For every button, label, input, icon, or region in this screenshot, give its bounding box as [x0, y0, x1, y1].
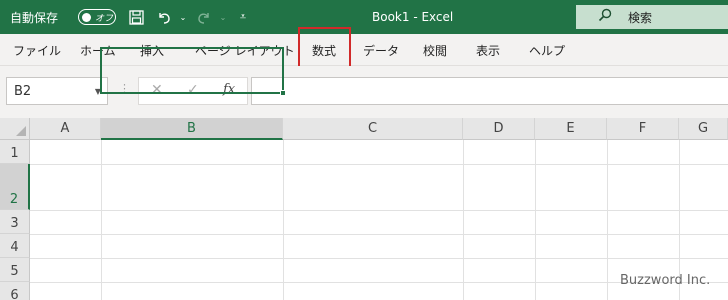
- selected-cell-b2[interactable]: [100, 47, 284, 94]
- redo-icon[interactable]: [195, 8, 213, 26]
- gridline: [535, 140, 536, 300]
- row-header-1[interactable]: 1: [0, 140, 30, 164]
- undo-icon[interactable]: [155, 8, 173, 26]
- column-header-c[interactable]: C: [283, 118, 463, 140]
- column-header-g[interactable]: G: [679, 118, 728, 140]
- row-header-5[interactable]: 5: [0, 258, 30, 282]
- search-icon: [598, 8, 612, 26]
- tab-view[interactable]: 表示: [476, 34, 500, 66]
- gridline: [30, 234, 728, 235]
- name-box-value: B2: [14, 83, 32, 99]
- column-header-d[interactable]: D: [463, 118, 535, 140]
- column-header-e[interactable]: E: [535, 118, 607, 140]
- column-header-b[interactable]: B: [101, 118, 283, 140]
- row-header-2[interactable]: 2: [0, 164, 30, 210]
- gridline: [30, 210, 728, 211]
- select-all-corner[interactable]: [0, 118, 30, 140]
- fill-handle[interactable]: [280, 90, 286, 96]
- column-header-f[interactable]: F: [607, 118, 679, 140]
- column-header-a[interactable]: A: [30, 118, 101, 140]
- customize-quick-access-icon[interactable]: ⩡: [234, 8, 252, 26]
- autosave-label: 自動保存: [10, 10, 59, 25]
- row-header-4[interactable]: 4: [0, 234, 30, 258]
- toggle-knob: [82, 12, 91, 22]
- undo-dropdown-icon[interactable]: ⌄: [174, 8, 192, 26]
- autosave-state: オフ: [95, 13, 114, 24]
- autosave-toggle[interactable]: オフ: [78, 9, 116, 25]
- watermark: Buzzword Inc.: [620, 273, 711, 288]
- gridline: [101, 140, 102, 300]
- window-title: Book1 - Excel: [372, 10, 454, 24]
- gridline: [30, 164, 728, 165]
- search-label: 検索: [628, 10, 653, 25]
- formulas-tab-highlight: [298, 27, 351, 70]
- search-box[interactable]: 検索: [576, 5, 728, 29]
- redo-dropdown-icon[interactable]: ⌄: [214, 8, 232, 26]
- tab-review[interactable]: 校閲: [423, 34, 447, 66]
- tab-file[interactable]: ファイル: [13, 34, 61, 66]
- tab-data[interactable]: データ: [363, 34, 399, 66]
- gridline: [607, 140, 608, 300]
- gridline: [463, 140, 464, 300]
- tab-help[interactable]: ヘルプ: [529, 34, 565, 66]
- title-bar: 自動保存 オフ ⌄ ⌄ ⩡ Book1 - Excel 検索: [0, 0, 728, 34]
- formula-input[interactable]: [251, 77, 728, 105]
- row-header-3[interactable]: 3: [0, 210, 30, 234]
- gridline: [283, 140, 284, 300]
- gridline: [30, 258, 728, 259]
- spreadsheet-grid: A B C D E F G 1 2 3 4 5 6: [0, 118, 728, 300]
- row-header-6[interactable]: 6: [0, 282, 30, 300]
- save-icon[interactable]: [127, 8, 145, 26]
- name-box[interactable]: B2 ▼: [6, 77, 108, 105]
